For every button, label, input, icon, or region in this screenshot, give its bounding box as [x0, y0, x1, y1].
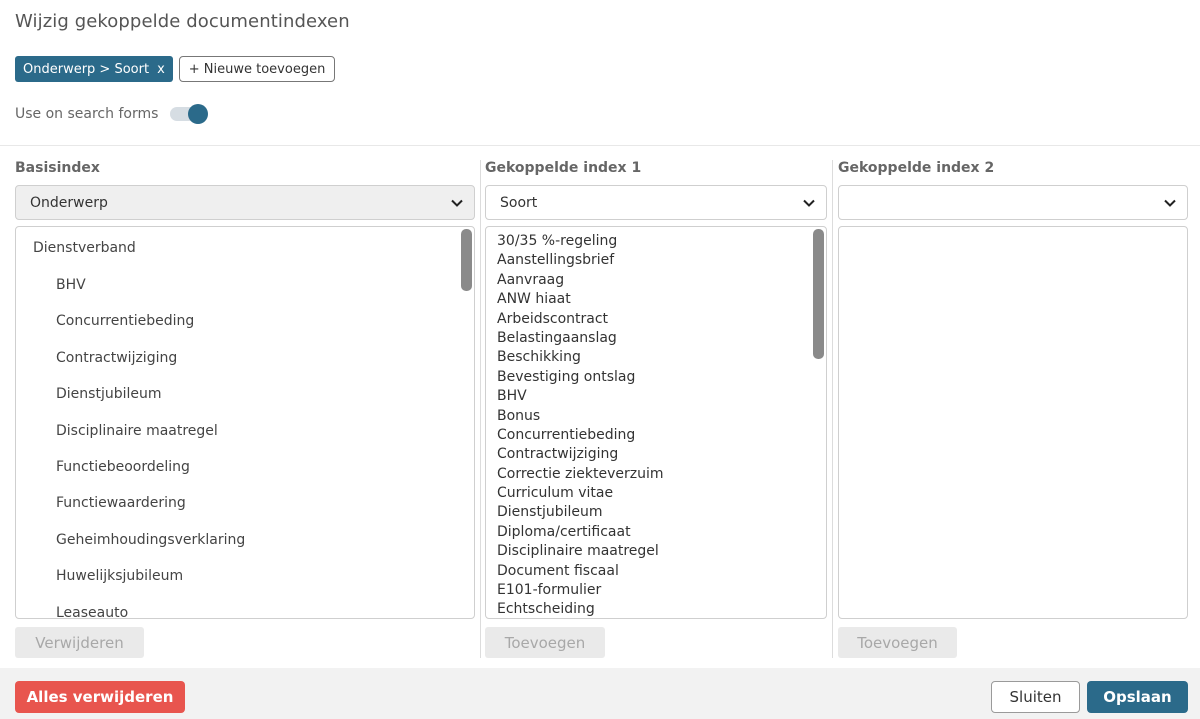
list-item[interactable]: Functiebeoordeling — [56, 459, 190, 475]
list-item[interactable]: Contractwijziging — [56, 350, 177, 366]
linked-index-1-selected: Soort — [500, 194, 538, 211]
index-chain-tags: Onderwerp > Soort x + Nieuwe toevoegen — [15, 56, 336, 82]
add-button-index-2[interactable]: Toevoegen — [838, 627, 957, 658]
list-item[interactable]: Disciplinaire maatregel — [497, 542, 664, 561]
list-item[interactable]: Correctie ziekteverzuim — [497, 465, 664, 484]
base-index-select[interactable]: Onderwerp — [15, 185, 475, 220]
save-button[interactable]: Opslaan — [1087, 681, 1188, 713]
list-item-parent[interactable]: Dienstverband — [33, 240, 136, 256]
list-item[interactable]: ANW hiaat — [497, 290, 664, 309]
close-button[interactable]: Sluiten — [991, 681, 1080, 713]
base-index-label: Basisindex — [15, 160, 100, 176]
list-item[interactable]: Diploma/certificaat — [497, 523, 664, 542]
dialog-title: Wijzig gekoppelde documentindexen — [15, 11, 350, 32]
toggle-knob — [188, 104, 209, 124]
base-index-list[interactable]: Dienstverband BHV Concurrentiebeding Contr… — [15, 226, 475, 619]
linked-index-2-column: Gekoppelde index 2 Toevoegen — [838, 160, 1188, 658]
add-new-chain-button[interactable]: + Nieuwe toevoegen — [178, 56, 336, 82]
column-divider — [832, 160, 833, 658]
scrollbar-thumb[interactable] — [461, 229, 472, 291]
list-item[interactable]: BHV — [497, 387, 664, 406]
section-divider — [0, 145, 1200, 146]
linked-index-1-select[interactable]: Soort — [485, 185, 827, 220]
scrollbar-thumb[interactable] — [813, 229, 824, 359]
list-item[interactable]: Belastingaanslag — [497, 329, 664, 348]
remove-tag-icon[interactable]: x — [157, 62, 165, 77]
list-item[interactable]: 30/35 %-regeling — [497, 232, 664, 251]
linked-index-1-label: Gekoppelde index 1 — [485, 160, 642, 176]
list-item[interactable]: Dienstjubileum — [497, 503, 664, 522]
linked-index-1-list[interactable]: 30/35 %-regeling Aanstellingsbrief Aanvraa… — [485, 226, 827, 619]
list-item[interactable]: Concurrentiebeding — [497, 426, 664, 445]
list-item[interactable]: Document fiscaal — [497, 562, 664, 581]
chain-tag-label: Onderwerp > Soort — [23, 61, 150, 77]
chain-tag-onderwerp-soort[interactable]: Onderwerp > Soort x — [15, 56, 173, 82]
delete-all-button[interactable]: Alles verwijderen — [15, 681, 185, 713]
column-divider — [480, 160, 481, 658]
list-item[interactable]: Bonus — [497, 407, 664, 426]
list-item[interactable]: Disciplinaire maatregel — [56, 423, 218, 439]
base-index-selected: Onderwerp — [30, 194, 108, 211]
list-item[interactable]: Aanvraag — [497, 271, 664, 290]
list-item[interactable]: Huwelijksjubileum — [56, 568, 183, 584]
remove-button[interactable]: Verwijderen — [15, 627, 144, 658]
list-item[interactable]: Contractwijziging — [497, 445, 664, 464]
list-item[interactable]: Beschikking — [497, 348, 664, 367]
search-forms-toggle[interactable] — [170, 104, 209, 124]
list-item[interactable]: Curriculum vitae — [497, 484, 664, 503]
list-item[interactable]: Echtscheiding — [497, 600, 664, 618]
list-item[interactable]: E101-formulier — [497, 581, 664, 600]
linked-index-1-items: 30/35 %-regeling Aanstellingsbrief Aanvraa… — [497, 232, 664, 618]
list-item[interactable]: Arbeidscontract — [497, 310, 664, 329]
dialog-footer: Alles verwijderen Sluiten Opslaan — [0, 668, 1200, 719]
list-item[interactable]: Bevestiging ontslag — [497, 368, 664, 387]
linked-index-2-list[interactable] — [838, 226, 1188, 619]
base-index-column: Basisindex Onderwerp Dienstverband BHV Co… — [15, 160, 475, 658]
list-item[interactable]: Concurrentiebeding — [56, 313, 194, 329]
search-forms-setting: Use on search forms — [15, 104, 209, 124]
list-item[interactable]: Functiewaardering — [56, 495, 186, 511]
linked-index-1-column: Gekoppelde index 1 Soort 30/35 %-regelin… — [485, 160, 827, 658]
linked-index-2-select[interactable] — [838, 185, 1188, 220]
chevron-down-icon — [803, 199, 815, 207]
list-item[interactable]: Aanstellingsbrief — [497, 251, 664, 270]
list-item[interactable]: BHV — [56, 277, 86, 293]
linked-index-2-label: Gekoppelde index 2 — [838, 160, 995, 176]
list-item[interactable]: Geheimhoudingsverklaring — [56, 532, 245, 548]
list-item[interactable]: Leaseauto — [56, 605, 128, 618]
search-forms-label: Use on search forms — [15, 106, 159, 122]
add-button-index-1[interactable]: Toevoegen — [485, 627, 605, 658]
list-item[interactable]: Dienstjubileum — [56, 386, 162, 402]
chevron-down-icon — [451, 199, 463, 207]
chevron-down-icon — [1164, 199, 1176, 207]
